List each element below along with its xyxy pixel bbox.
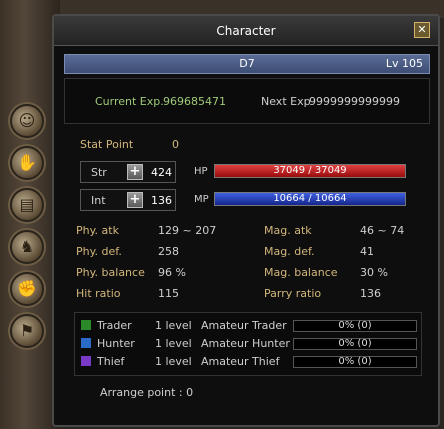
job-level: 1 level — [155, 355, 192, 368]
job-title: Amateur Thief — [201, 355, 280, 368]
window-title: Character — [216, 24, 276, 38]
job-level: 1 level — [155, 337, 192, 350]
int-plus-icon[interactable]: + — [127, 192, 143, 208]
stat-value: 46 ~ 74 — [360, 224, 405, 237]
stat-label: Phy. atk — [76, 224, 119, 237]
job-title: Amateur Hunter — [201, 337, 290, 350]
current-exp-label: Current Exp. — [95, 95, 164, 108]
stat-label: Mag. def. — [264, 245, 315, 258]
job-progress-bar: 0% (0) — [293, 338, 417, 350]
inventory-icon[interactable]: ♞ — [10, 230, 44, 264]
str-label: Str — [91, 166, 107, 179]
thief-icon — [81, 356, 91, 366]
skill-icon[interactable]: ✋ — [10, 146, 44, 180]
job-name: Trader — [97, 319, 132, 332]
str-value: 424 — [151, 166, 172, 179]
stat-label: Parry ratio — [264, 287, 322, 300]
character-name-bar: D7 Lv 105 — [64, 54, 430, 74]
str-plus-icon[interactable]: + — [127, 164, 143, 180]
next-exp-value: 9999999999999 — [309, 95, 400, 108]
int-box: Int + 136 — [80, 189, 176, 211]
job-progress-bar: 0% (0) — [293, 320, 417, 332]
stat-value: 136 — [360, 287, 381, 300]
current-exp-value: 969685471 — [163, 95, 226, 108]
mp-bar: 10664 / 10664 — [214, 192, 406, 206]
stat-label: Mag. balance — [264, 266, 338, 279]
exp-panel: Current Exp. 969685471 Next Exp 99999999… — [64, 78, 430, 124]
next-exp-label: Next Exp — [261, 95, 311, 108]
arrange-point: Arrange point : 0 — [100, 386, 194, 399]
character-level: Lv 105 — [385, 57, 423, 70]
stat-label: Phy. balance — [76, 266, 145, 279]
stat-value: 258 — [158, 245, 179, 258]
job-panel: Trader 1 level Amateur Trader 0% (0) Hunter 1… — [74, 312, 422, 376]
stat-value: 30 % — [360, 266, 388, 279]
job-title: Amateur Trader — [201, 319, 287, 332]
int-value: 136 — [151, 194, 172, 207]
job-progress-bar: 0% (0) — [293, 356, 417, 368]
job-name: Hunter — [97, 337, 135, 350]
job-level: 1 level — [155, 319, 192, 332]
stat-value: 115 — [158, 287, 179, 300]
stat-label: Mag. atk — [264, 224, 312, 237]
int-label: Int — [91, 194, 106, 207]
close-icon[interactable]: ✕ — [414, 22, 430, 38]
title-bar[interactable]: Character ✕ — [54, 16, 438, 46]
stat-label: Phy. def. — [76, 245, 122, 258]
stat-label: Hit ratio — [76, 287, 121, 300]
str-box: Str + 424 — [80, 161, 176, 183]
stat-value: 129 ~ 207 — [158, 224, 217, 237]
mp-label: MP — [194, 194, 209, 205]
hunter-icon — [81, 338, 91, 348]
stat-point-label: Stat Point — [80, 138, 134, 151]
quest-icon[interactable]: ▤ — [10, 188, 44, 222]
character-name: D7 — [239, 57, 255, 70]
stat-point-value: 0 — [172, 138, 179, 151]
hp-bar: 37049 / 37049 — [214, 164, 406, 178]
stat-value: 96 % — [158, 266, 186, 279]
hp-label: HP — [194, 166, 208, 177]
stat-value: 41 — [360, 245, 374, 258]
trader-icon — [81, 320, 91, 330]
character-icon[interactable]: ☺ — [10, 104, 44, 138]
character-window: Character ✕ D7 Lv 105 Current Exp. 96968… — [52, 14, 440, 427]
guild-icon[interactable]: ⚑ — [10, 314, 44, 348]
party-icon[interactable]: ✊ — [10, 272, 44, 306]
job-name: Thief — [97, 355, 125, 368]
